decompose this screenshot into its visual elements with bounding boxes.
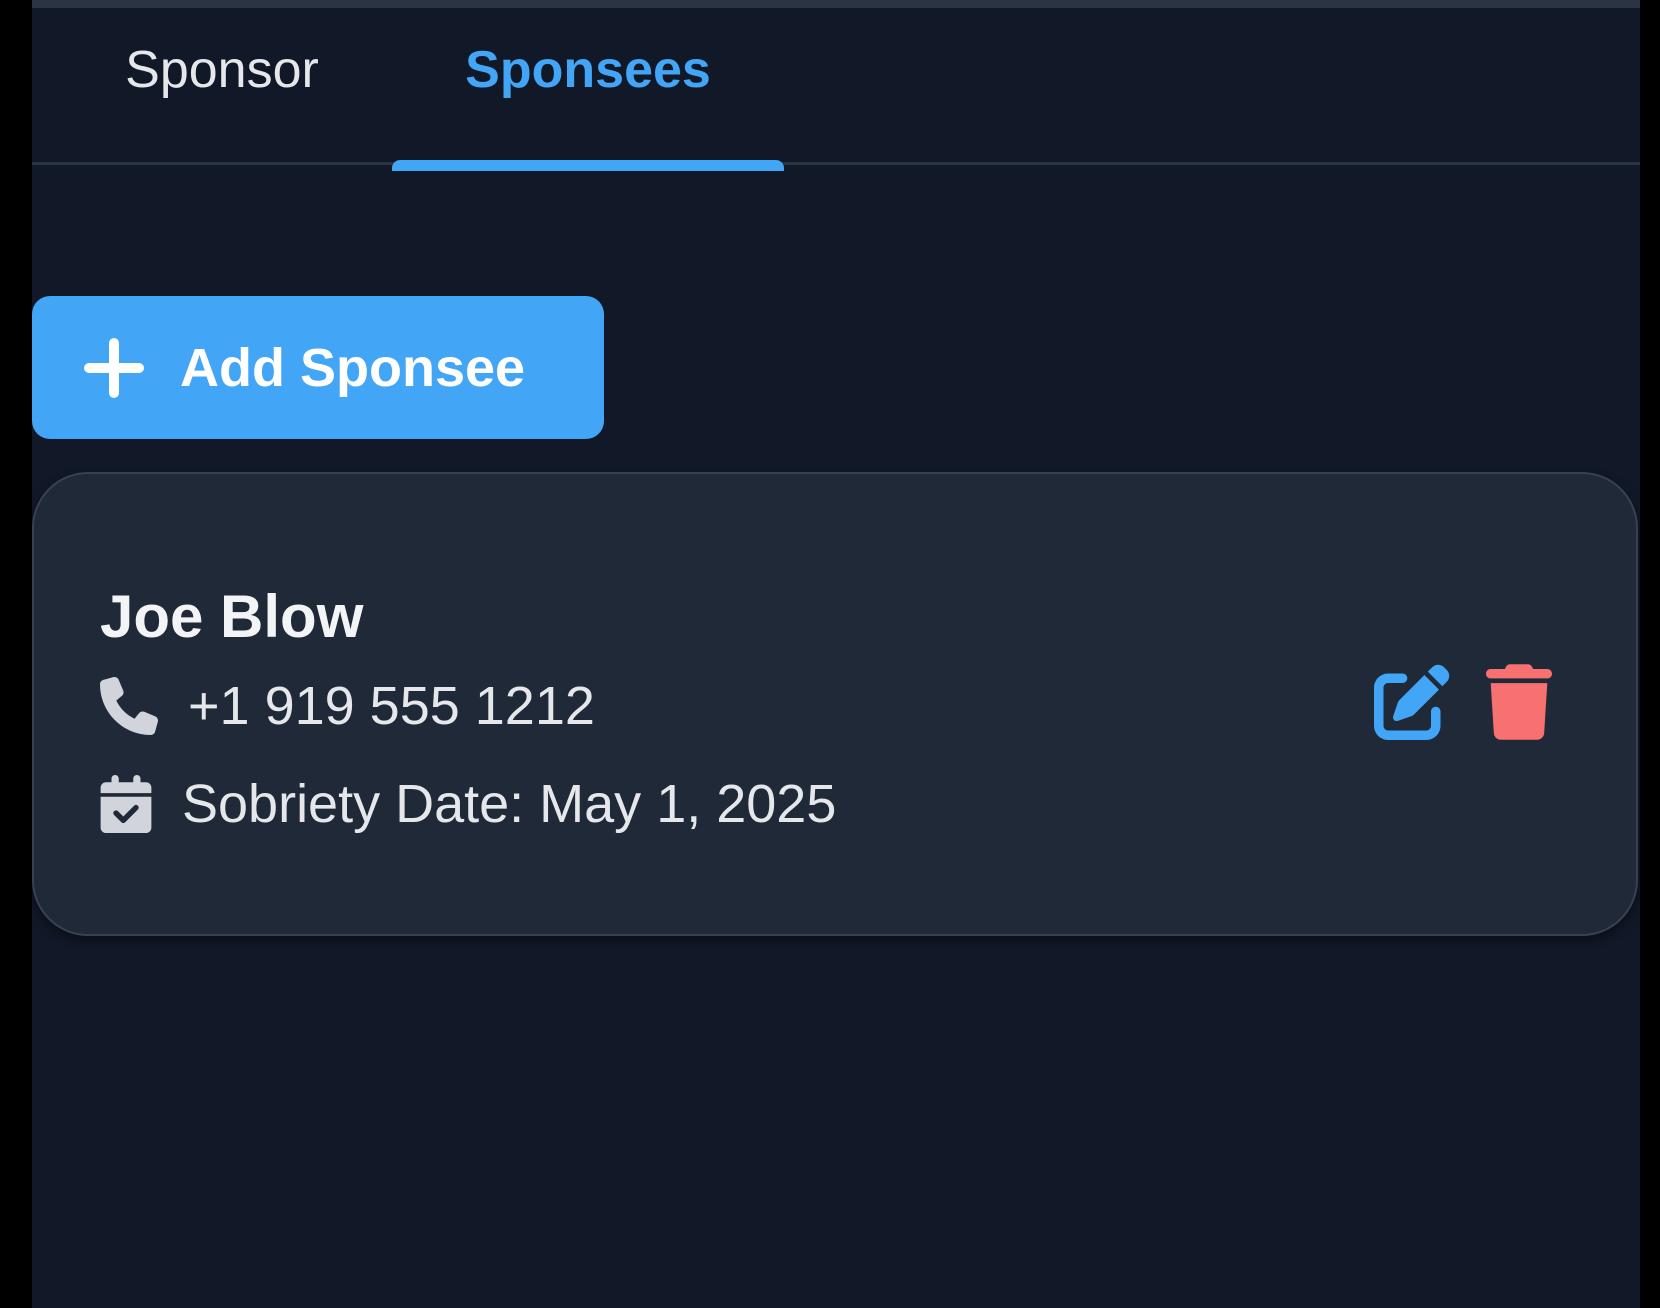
app-screen: Sponsor Sponsees Add Sponsee Joe Blow +1… bbox=[32, 0, 1640, 1308]
sponsee-sobriety-date: Sobriety Date: May 1, 2025 bbox=[182, 774, 837, 834]
sponsee-name: Joe Blow bbox=[100, 583, 364, 650]
plus-icon bbox=[84, 337, 144, 398]
delete-sponsee-button[interactable] bbox=[1486, 664, 1552, 740]
phone-icon bbox=[100, 677, 158, 735]
tab-sponsees[interactable]: Sponsees bbox=[392, 8, 784, 165]
add-sponsee-label: Add Sponsee bbox=[180, 337, 526, 398]
sponsee-phone-row: +1 919 555 1212 bbox=[100, 674, 595, 738]
calendar-check-icon bbox=[100, 775, 152, 833]
sponsee-sobriety-row: Sobriety Date: May 1, 2025 bbox=[100, 772, 836, 836]
active-tab-indicator bbox=[392, 160, 784, 171]
tab-bar: Sponsor Sponsees bbox=[32, 8, 1640, 171]
top-divider bbox=[32, 0, 1640, 8]
trash-icon bbox=[1486, 664, 1552, 740]
sponsee-card: Joe Blow +1 919 555 1212 Sobriety Date: … bbox=[32, 472, 1638, 936]
tab-sponsor[interactable]: Sponsor bbox=[72, 8, 372, 165]
add-sponsee-button[interactable]: Add Sponsee bbox=[32, 296, 604, 439]
edit-icon bbox=[1374, 664, 1450, 740]
sponsee-phone: +1 919 555 1212 bbox=[188, 676, 595, 736]
tab-sponsor-label: Sponsor bbox=[125, 41, 319, 99]
tab-sponsees-label: Sponsees bbox=[465, 41, 711, 99]
edit-sponsee-button[interactable] bbox=[1374, 664, 1450, 740]
